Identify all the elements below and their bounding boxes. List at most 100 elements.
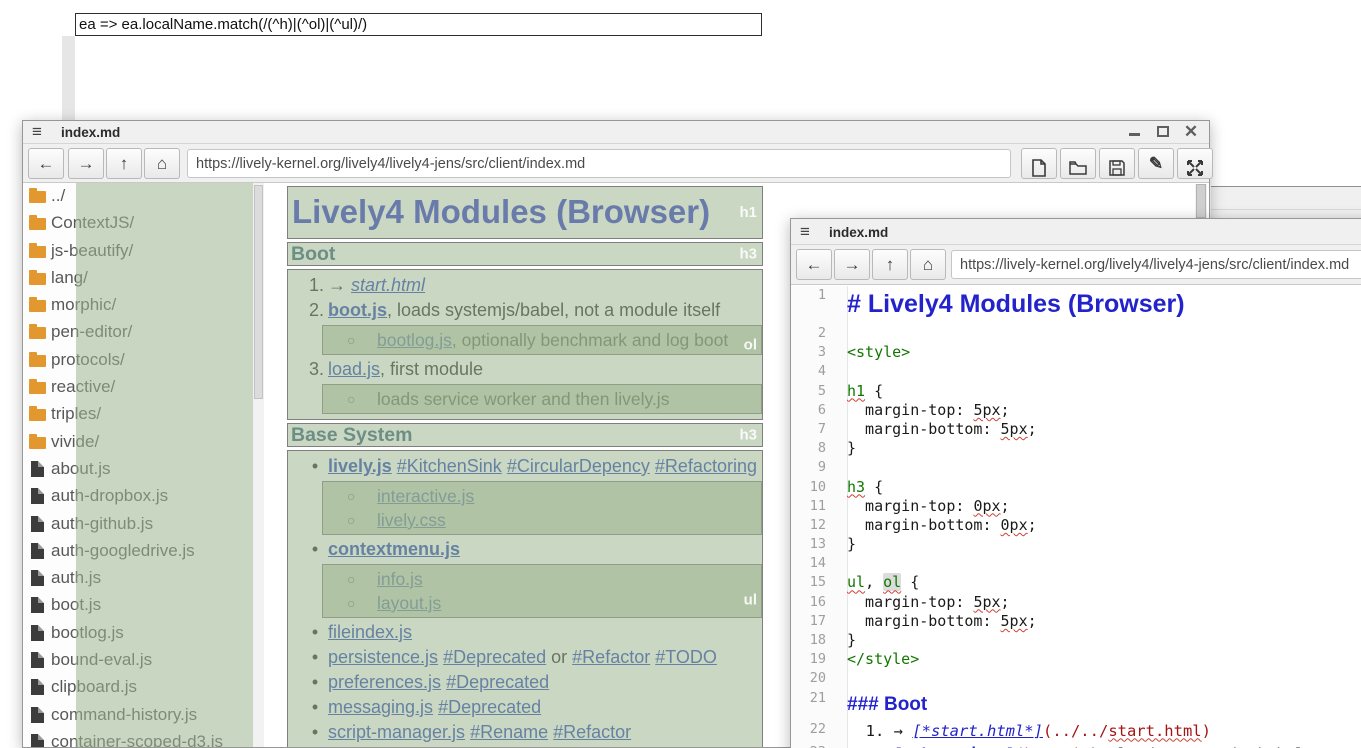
code-token: ; <box>1001 593 1010 611</box>
up-button[interactable]: ↑ <box>106 148 142 179</box>
expand-button[interactable] <box>1177 148 1213 179</box>
code-token: start.html <box>1108 722 1201 740</box>
back-button[interactable]: ← <box>796 249 832 280</box>
md-link[interactable]: #Deprecated <box>438 697 541 717</box>
sidebar-item[interactable]: pen-editor/ <box>24 319 264 346</box>
sidebar-item[interactable]: clipboard.js <box>24 674 264 701</box>
maximize-button[interactable] <box>1151 123 1175 141</box>
code-token: 0px <box>1001 516 1028 534</box>
file-icon <box>31 707 44 723</box>
sidebar-item-label: auth-github.js <box>51 514 153 534</box>
md-link[interactable]: #CircularDepency <box>507 456 650 476</box>
md-link[interactable]: contextmenu.js <box>328 539 460 559</box>
md-link[interactable]: start.html <box>351 275 425 295</box>
list-marker: ○ <box>347 567 355 591</box>
sidebar-item-label: lang/ <box>51 268 88 288</box>
sidebar-scrollbar[interactable] <box>253 183 264 747</box>
md-link[interactable]: #TODO <box>655 647 717 667</box>
code-link: [*start.html*] <box>912 722 1043 740</box>
sidebar-item[interactable]: protocols/ <box>24 347 264 374</box>
code-token: ; <box>1028 612 1037 630</box>
md-link[interactable]: preferences.js <box>328 672 441 692</box>
line-number: 23 <box>791 743 837 748</box>
folder-icon <box>29 327 46 339</box>
md-link[interactable]: bootlog.js <box>377 330 452 350</box>
sidebar-item[interactable]: morphic/ <box>24 292 264 319</box>
code-text: h3 { <box>837 478 883 497</box>
sidebar-item[interactable]: bootlog.js <box>24 620 264 647</box>
new-file-button[interactable] <box>1021 148 1057 179</box>
highlighted-h1-block: Lively4 Modules (Browser)h1 <box>287 186 763 239</box>
md-link[interactable]: boot.js <box>328 300 387 320</box>
code-editor[interactable]: 1# Lively4 Modules (Browser)23<style>45h… <box>791 286 1361 748</box>
md-link[interactable]: #Rename <box>470 722 548 742</box>
line-number: 2 <box>791 324 837 343</box>
forward-button[interactable]: → <box>68 148 104 179</box>
md-list-item: 3.load.js, first module <box>288 357 762 382</box>
md-link[interactable]: #Refactoring <box>655 456 757 476</box>
sidebar-item[interactable]: boot.js <box>24 592 264 619</box>
window2-titlebar[interactable]: ≡ index.md <box>791 219 1361 245</box>
edit-button[interactable]: ✎ <box>1138 148 1174 179</box>
up-button[interactable]: ↑ <box>872 249 908 280</box>
md-link[interactable]: layout.js <box>377 593 441 613</box>
sidebar-item[interactable]: ../ <box>24 183 264 210</box>
sidebar-item-label: ContextJS/ <box>51 213 134 233</box>
home-button[interactable]: ⌂ <box>910 249 946 280</box>
minimize-button[interactable] <box>1122 123 1146 141</box>
md-link[interactable]: info.js <box>377 569 423 589</box>
element-tag-label: h3 <box>739 243 757 266</box>
md-link[interactable]: lively.css <box>377 510 446 530</box>
code-token: 1. → <box>847 722 912 740</box>
save-button[interactable] <box>1099 148 1135 179</box>
sidebar-item[interactable]: ContextJS/ <box>24 210 264 237</box>
forward-button[interactable]: → <box>834 249 870 280</box>
md-link[interactable]: #Deprecated <box>443 647 546 667</box>
md-link[interactable]: script-manager.js <box>328 722 465 742</box>
sidebar-item[interactable]: auth-dropbox.js <box>24 483 264 510</box>
menu-icon[interactable]: ≡ <box>32 122 42 142</box>
close-button[interactable]: ✕ <box>1179 123 1203 141</box>
md-link[interactable]: load.js <box>328 359 380 379</box>
sidebar-item[interactable]: bound-eval.js <box>24 647 264 674</box>
menu-icon[interactable]: ≡ <box>800 222 810 242</box>
back-button[interactable]: ← <box>28 148 64 179</box>
url-input[interactable] <box>187 149 1011 178</box>
code-token: margin-bottom: <box>847 420 1001 438</box>
background-window[interactable] <box>1211 186 1361 218</box>
window2-title: index.md <box>829 225 888 240</box>
md-list-item: ○bootlog.js, optionally benchmark and lo… <box>323 328 761 352</box>
sidebar-item[interactable]: reactive/ <box>24 374 264 401</box>
md-link[interactable]: #Deprecated <box>446 672 549 692</box>
list-marker: 1. <box>300 273 324 298</box>
sidebar-item[interactable]: command-history.js <box>24 702 264 729</box>
md-link[interactable]: interactive.js <box>377 486 474 506</box>
md-link[interactable]: fileindex.js <box>328 622 412 642</box>
md-link[interactable]: #Refactor <box>572 647 650 667</box>
window1-titlebar[interactable]: ≡ index.md ✕ <box>23 121 1209 144</box>
sidebar-item[interactable]: triples/ <box>24 401 264 428</box>
sidebar-item[interactable]: vivide/ <box>24 429 264 456</box>
sidebar-item[interactable]: auth-googledrive.js <box>24 538 264 565</box>
sidebar-item[interactable]: auth.js <box>24 565 264 592</box>
sidebar-item[interactable]: js-beautify/ <box>24 238 264 265</box>
md-link[interactable]: lively.js <box>328 456 392 476</box>
md-link[interactable]: #Refactor <box>553 722 631 742</box>
md-link[interactable]: #KitchenSink <box>397 456 502 476</box>
sidebar-item[interactable]: container-scoped-d3.js <box>24 729 264 747</box>
md-link[interactable]: messaging.js <box>328 697 433 717</box>
folder-button[interactable] <box>1060 148 1096 179</box>
file-icon <box>31 597 44 613</box>
sidebar-item[interactable]: auth-github.js <box>24 511 264 538</box>
file-icon <box>31 734 44 747</box>
list-marker: • <box>308 620 322 645</box>
url-input[interactable] <box>951 250 1361 279</box>
sidebar-item[interactable]: lang/ <box>24 265 264 292</box>
code-token: margin-top: <box>847 401 973 419</box>
md-link[interactable]: persistence.js <box>328 647 438 667</box>
sidebar-item[interactable]: about.js <box>24 456 264 483</box>
element-filter-input[interactable] <box>75 13 762 36</box>
line-number: 13 <box>791 535 837 554</box>
home-button[interactable]: ⌂ <box>144 148 180 179</box>
h3-text: Base System <box>291 424 412 446</box>
